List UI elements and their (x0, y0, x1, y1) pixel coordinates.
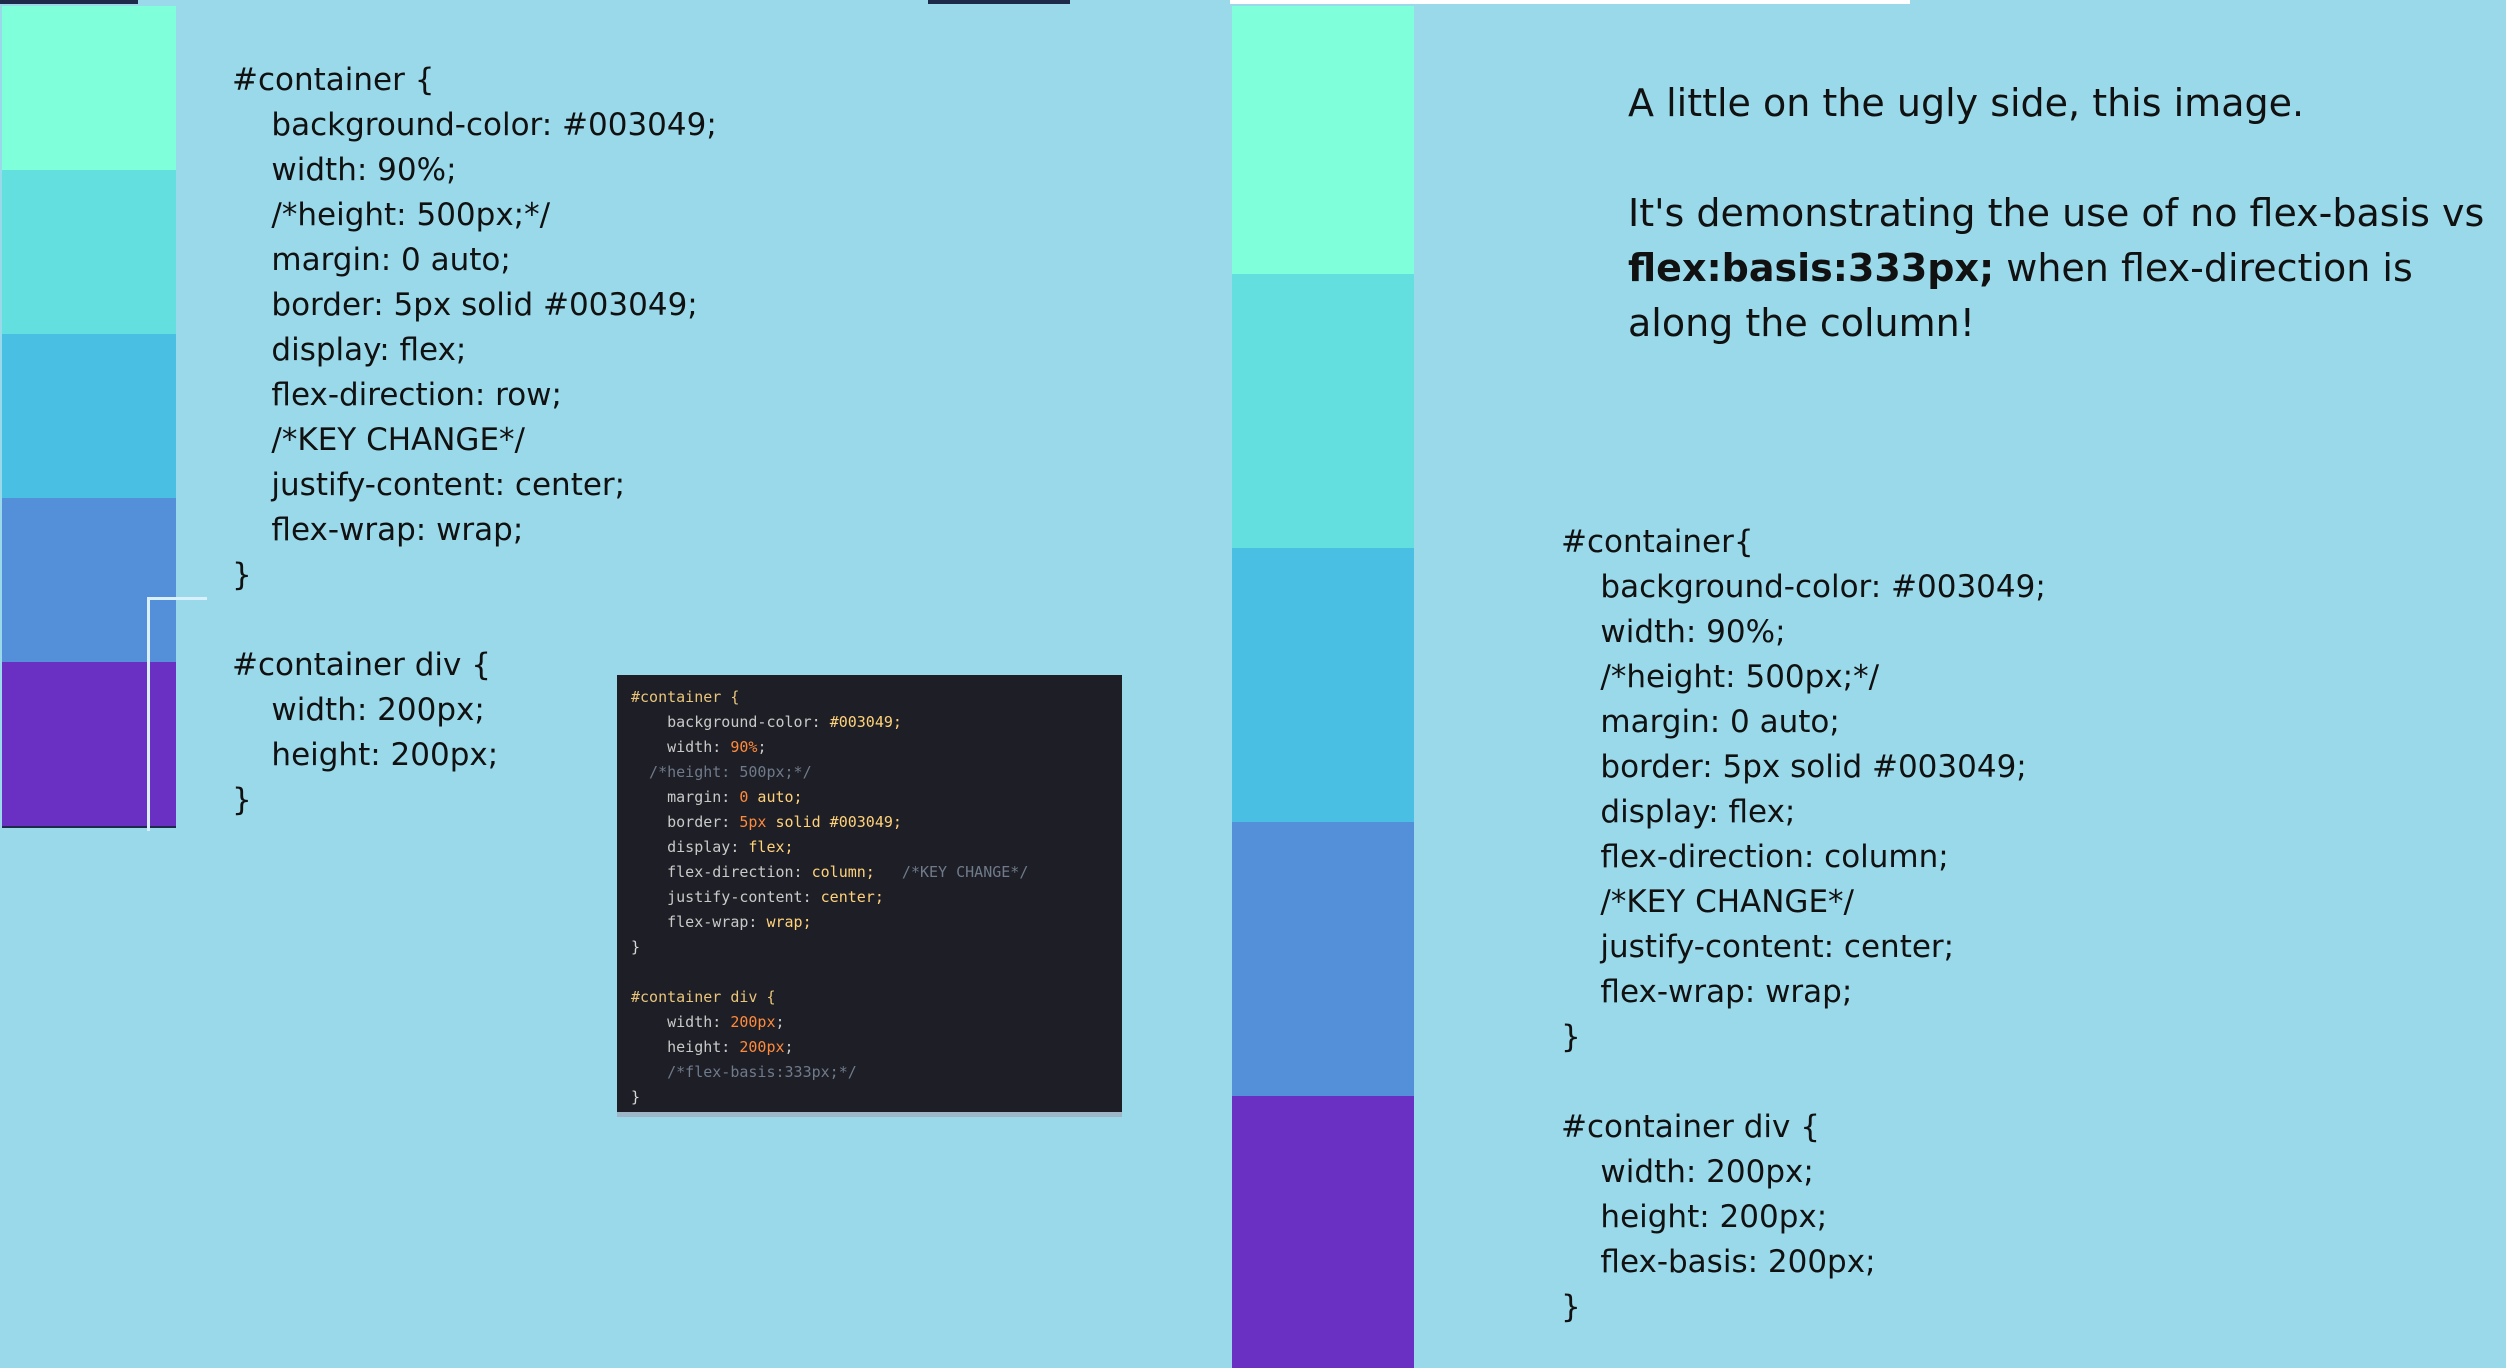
code-line: flex-wrap: wrap; (232, 512, 524, 548)
editor-code-line: justify-content: center; (631, 888, 884, 906)
swatch-1 (1232, 6, 1414, 280)
editor-code-line: border: 5px solid #003049; (631, 813, 902, 831)
code-line: } (1561, 1019, 1581, 1055)
code-line: margin: 0 auto; (232, 242, 511, 278)
code-line: width: 90%; (232, 152, 457, 188)
swatch-2 (1232, 274, 1414, 548)
code-line: background-color: #003049; (1561, 569, 2046, 605)
code-line: #container div { (1561, 1109, 1820, 1145)
editor-code-line: } (631, 938, 641, 956)
editor-code-line: /*flex-basis:333px;*/ (631, 1063, 857, 1081)
code-line: border: 5px solid #003049; (1561, 749, 2027, 785)
code-line: margin: 0 auto; (1561, 704, 1840, 740)
swatch-1 (2, 6, 176, 170)
swatch-3 (1232, 548, 1414, 822)
editor-code-line: margin: 0 auto; (631, 788, 803, 806)
code-line: } (232, 557, 252, 593)
editor-code-line: /*height: 500px;*/ (631, 763, 812, 781)
editor-code-line: #container div { (631, 988, 776, 1006)
code-line: height: 200px; (1561, 1199, 1828, 1235)
code-line: } (1561, 1289, 1581, 1325)
editor-code-line: width: 200px; (631, 1013, 785, 1031)
code-line: #container { (232, 62, 435, 98)
container-outline (147, 597, 207, 831)
swatch-4 (1232, 822, 1414, 1096)
note-text: It's demonstrating the use of no flex-ba… (1628, 191, 2485, 235)
code-line: flex-direction: column; (1561, 839, 1949, 875)
swatch-2 (2, 170, 176, 334)
code-line: flex-basis: 200px; (1561, 1244, 1876, 1280)
explanation-note: A little on the ugly side, this image. I… (1628, 76, 2488, 351)
editor-code-line: flex-direction: column; /*KEY CHANGE*/ (631, 863, 1029, 881)
editor-code-line: height: 200px; (631, 1038, 794, 1056)
code-line: display: flex; (1561, 794, 1796, 830)
editor-code-line: flex-wrap: wrap; (631, 913, 812, 931)
editor-code-line: #container { (631, 688, 740, 706)
code-line: #container{ (1561, 524, 1754, 560)
note-paragraph-2: It's demonstrating the use of no flex-ba… (1628, 186, 2488, 351)
right-swatch-strip (1232, 6, 1414, 1368)
top-divider (0, 0, 138, 4)
swatch-5 (1232, 1096, 1414, 1368)
code-line: justify-content: center; (232, 467, 626, 503)
editor-code-line: } (631, 1088, 641, 1106)
code-line: /*height: 500px;*/ (232, 197, 551, 233)
slide-canvas: #container { background-color: #003049; … (0, 0, 2506, 1368)
code-line: /*KEY CHANGE*/ (1561, 884, 1854, 920)
swatch-3 (2, 334, 176, 498)
code-line: width: 90%; (1561, 614, 1786, 650)
top-divider (1230, 0, 1910, 4)
code-line: flex-direction: row; (232, 377, 562, 413)
code-line: background-color: #003049; (232, 107, 717, 143)
code-editor-screenshot: #container { background-color: #003049; … (617, 675, 1122, 1117)
top-divider (928, 0, 1070, 4)
editor-code-line: width: 90%; (631, 738, 767, 756)
code-line: /*height: 500px;*/ (1561, 659, 1880, 695)
note-bold-text: flex:basis:333px; (1628, 246, 1995, 290)
editor-code-line: display: flex; (631, 838, 794, 856)
note-line-1: A little on the ugly side, this image. (1628, 81, 2305, 125)
code-line: flex-wrap: wrap; (1561, 974, 1853, 1010)
code-line: justify-content: center; (1561, 929, 1955, 965)
right-css-code: #container{ background-color: #003049; w… (1561, 520, 2046, 1330)
code-line: /*KEY CHANGE*/ (232, 422, 525, 458)
editor-code-line: background-color: #003049; (631, 713, 902, 731)
code-line: display: flex; (232, 332, 467, 368)
code-line: border: 5px solid #003049; (232, 287, 698, 323)
code-line: width: 200px; (1561, 1154, 1814, 1190)
